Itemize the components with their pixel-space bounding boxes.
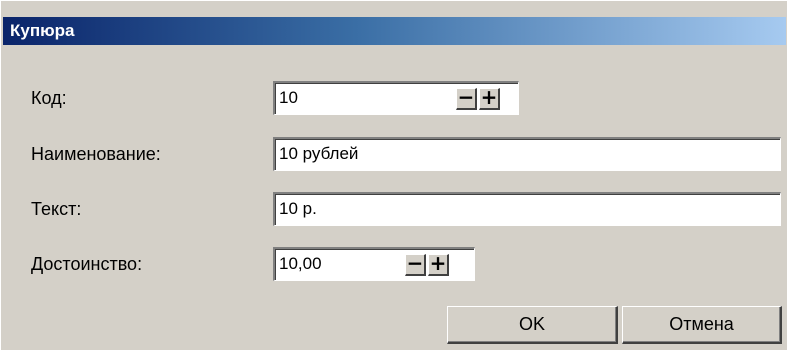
dialog-window: Купюра Код: 10 − + Наименование: 10 рубл… <box>0 0 787 350</box>
text-label: Текст: <box>31 199 82 219</box>
window-title: Купюра <box>10 21 75 40</box>
text-input[interactable]: 10 р. <box>273 192 781 226</box>
denomination-label: Достоинство: <box>31 254 143 274</box>
code-value: 10 <box>279 88 298 107</box>
name-value: 10 рублей <box>279 144 359 163</box>
denomination-increment-button[interactable]: + <box>428 253 449 276</box>
code-increment-button[interactable]: + <box>479 87 500 110</box>
denomination-value: 10,00 <box>279 254 322 273</box>
text-value: 10 р. <box>279 199 317 218</box>
name-label: Наименование: <box>31 144 161 164</box>
code-decrement-button[interactable]: − <box>456 87 477 110</box>
title-bar[interactable]: Купюра <box>3 17 786 45</box>
denomination-stepper: − + <box>405 253 449 276</box>
code-stepper: − + <box>456 87 500 110</box>
code-label: Код: <box>31 88 67 108</box>
cancel-button[interactable]: Отмена <box>622 306 782 344</box>
name-input[interactable]: 10 рублей <box>273 137 781 171</box>
denomination-decrement-button[interactable]: − <box>405 253 426 276</box>
ok-button[interactable]: OK <box>447 306 618 344</box>
